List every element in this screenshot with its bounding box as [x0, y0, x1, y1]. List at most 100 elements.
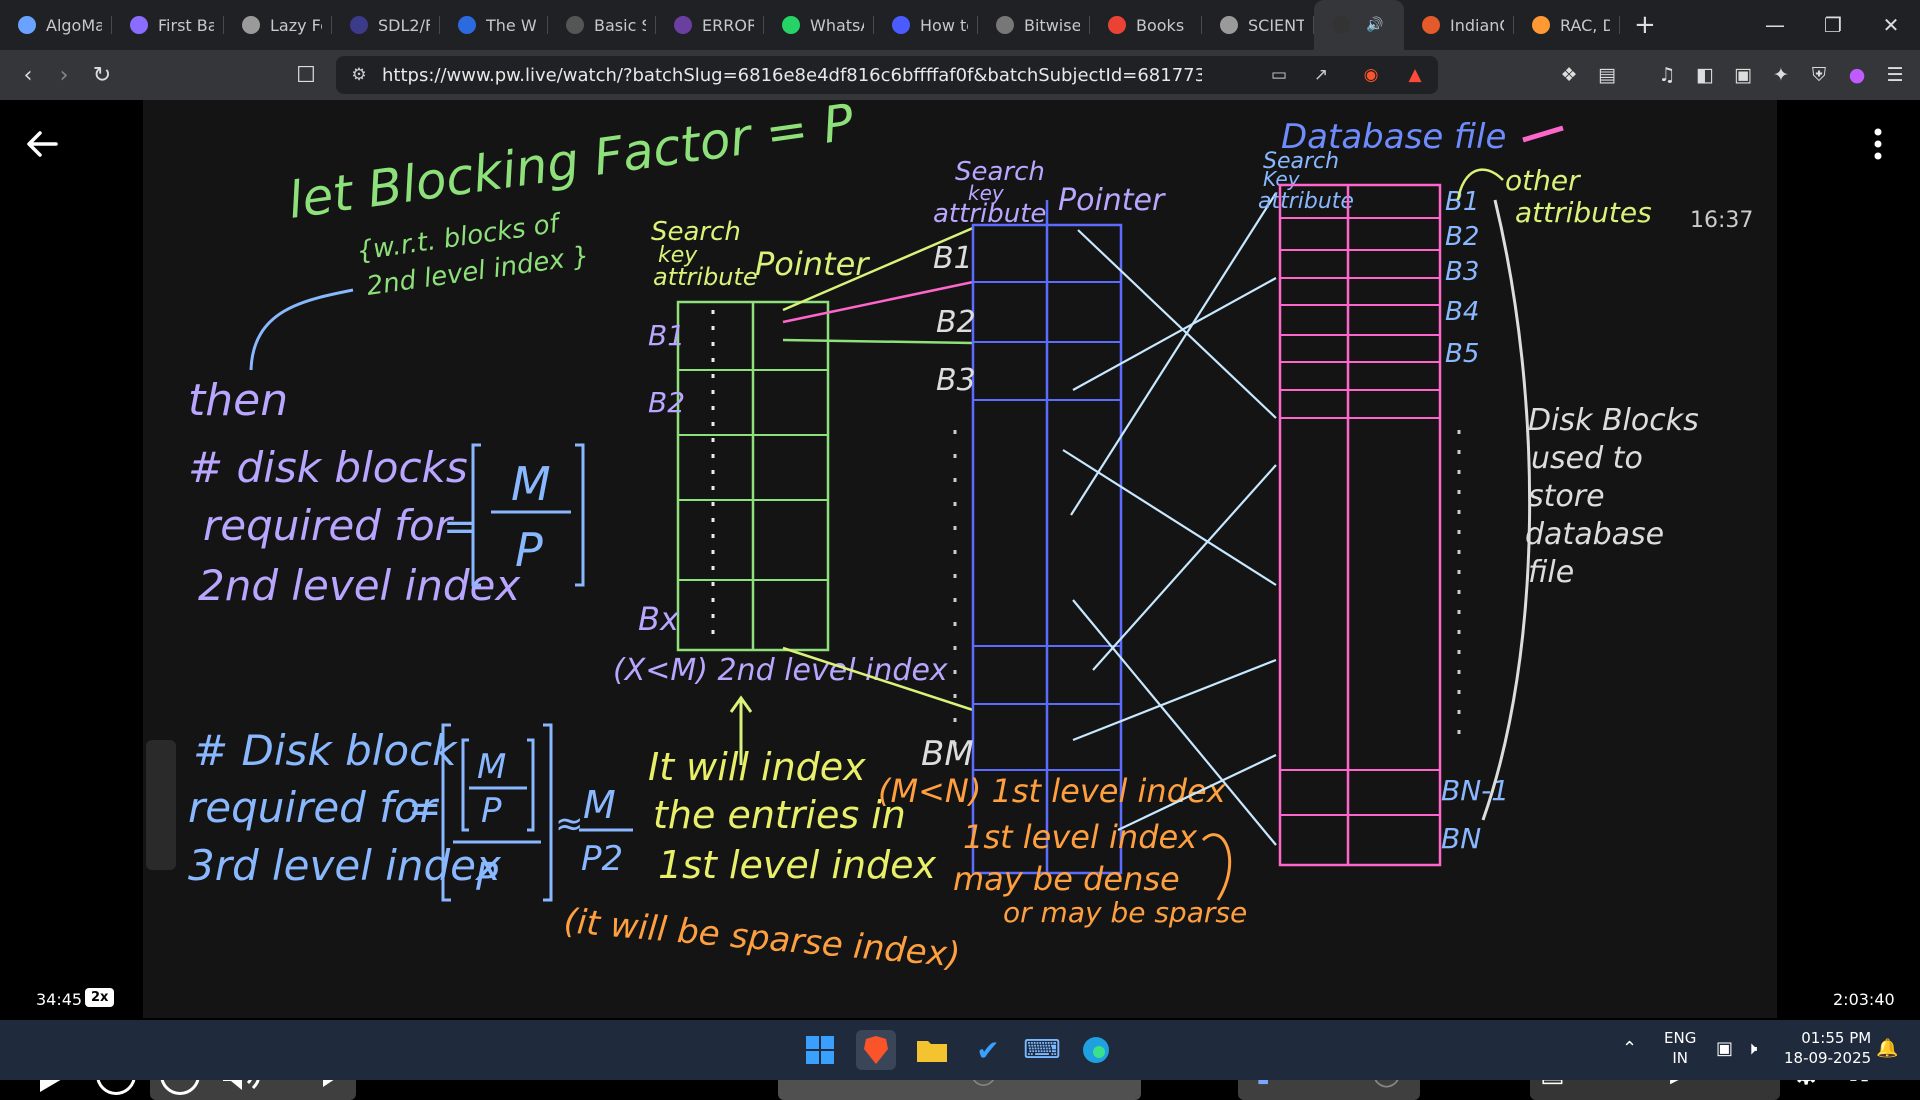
speaker-icon[interactable]: 🕨 [1746, 1038, 1757, 1059]
language-indicator[interactable]: ENG IN [1664, 1028, 1696, 1068]
back-icon[interactable]: ‹ [14, 61, 42, 89]
reload-icon[interactable]: ↻ [88, 61, 116, 89]
db-search-key-3: attribute [1258, 189, 1354, 214]
browser-tab[interactable]: First Ba [112, 0, 224, 50]
url-text[interactable]: https://www.pw.live/watch/?batchSlug=681… [382, 65, 1202, 86]
browser-tab[interactable]: The W [440, 0, 548, 50]
bookmark-icon [892, 16, 910, 34]
left2-line1: # Disk block [193, 726, 458, 775]
db-block-b3: B3 [1445, 257, 1479, 287]
svg-text:≈: ≈ [555, 804, 584, 844]
l1-block-b1: B1 [933, 241, 973, 276]
tab-label: The W [486, 15, 537, 35]
extensions-icon[interactable]: ❖ [1556, 62, 1582, 88]
back-arrow-icon[interactable] [24, 126, 60, 162]
sdl-icon [350, 16, 368, 34]
db-search-key-2: Key [1263, 167, 1301, 191]
tab-label: AlgoMa [46, 15, 102, 35]
site-settings-icon[interactable]: ⚙ [348, 64, 370, 86]
tab-label: RAC, D [1560, 15, 1610, 35]
sidebar-icon[interactable]: ◧ [1692, 62, 1718, 88]
cast-icon[interactable]: ▭ [1268, 64, 1290, 86]
reader-mode-icon[interactable]: ▤ [1594, 62, 1620, 88]
tab-strip: AlgoMa First Ba Lazy Fo SDL2/F The W Basic S E… [0, 0, 1920, 50]
tab-label: WhatsA [810, 15, 864, 35]
new-tab-button[interactable]: + [1634, 10, 1656, 40]
db-block-bn-1: BN-1 [1441, 774, 1509, 807]
network-icon[interactable]: ▣ [1716, 1038, 1733, 1059]
l2-block-b2: B2 [648, 386, 685, 419]
media-icon[interactable]: ♫ [1654, 62, 1680, 88]
wallet-icon[interactable]: ▣ [1730, 62, 1756, 88]
left2-line2: required for [188, 783, 440, 832]
l1-note-2: may be dense [953, 860, 1180, 898]
browser-tab[interactable]: 🔊✕ [1314, 0, 1404, 50]
browser-tab[interactable]: IndianC [1404, 0, 1514, 50]
db-block-b2: B2 [1445, 222, 1479, 252]
close-window-icon[interactable]: ✕ [1862, 0, 1920, 50]
browser-tab[interactable]: Books [1090, 0, 1202, 50]
tab-label: First Ba [158, 15, 214, 35]
omnibox[interactable]: ⚙ https://www.pw.live/watch/?batchSlug=6… [336, 56, 1438, 94]
l2-pointer: Pointer [755, 245, 870, 283]
index-note-1: It will index [648, 745, 866, 789]
minimize-icon[interactable]: — [1746, 0, 1804, 50]
browser-tab[interactable]: Bitwise [978, 0, 1090, 50]
share-icon[interactable]: ↗ [1310, 64, 1332, 86]
side-drawer-handle[interactable] [146, 740, 176, 870]
site-icon [566, 16, 584, 34]
whatsapp-icon [782, 16, 800, 34]
disk-note-1: Disk Blocks [1528, 403, 1699, 438]
browser-tab[interactable]: Basic S [548, 0, 656, 50]
start-icon[interactable] [800, 1030, 840, 1070]
board-timestamp: 16:37 [1690, 208, 1754, 233]
playback-speed-badge[interactable]: 2x [85, 988, 115, 1007]
browser-tab[interactable]: RAC, D [1514, 0, 1620, 50]
board-then: then [188, 375, 288, 426]
edge-icon[interactable] [1076, 1030, 1116, 1070]
leo-ai-icon[interactable]: ✦ [1768, 62, 1794, 88]
todo-icon[interactable]: ✔ [968, 1030, 1008, 1070]
gfg-icon [996, 16, 1014, 34]
menu-icon[interactable]: ☰ [1882, 62, 1908, 88]
system-clock[interactable]: 01:55 PM 18-09-2025 [1784, 1028, 1871, 1068]
db-block-b4: B4 [1445, 297, 1479, 327]
brave-taskbar-icon[interactable] [856, 1030, 896, 1070]
profile-icon[interactable]: ● [1844, 62, 1870, 88]
l1-note-3: or may be sparse [1003, 896, 1247, 929]
more-options-icon[interactable] [1868, 124, 1888, 164]
tab-label: IndianC [1450, 15, 1504, 35]
restore-icon[interactable]: ❐ [1804, 0, 1862, 50]
browser-tab[interactable]: SCIENT [1202, 0, 1314, 50]
tab-audio-icon[interactable]: 🔊 [1366, 17, 1383, 33]
file-explorer-icon[interactable] [912, 1030, 952, 1070]
db-block-b1: B1 [1445, 187, 1479, 217]
browser-tab[interactable]: Lazy Fo [224, 0, 332, 50]
video-player[interactable]: let Blocking Factor = P {w.r.t. blocks o… [0, 100, 1920, 1100]
browser-tab[interactable]: WhatsA [764, 0, 874, 50]
address-bar: ‹ › ↻ ☐ ⚙ https://www.pw.live/watch/?bat… [0, 50, 1920, 100]
notification-icon[interactable]: 🔔 [1876, 1038, 1898, 1059]
keyboard-app-icon[interactable]: ⌨ [1022, 1030, 1062, 1070]
disk-note-5: file [1528, 555, 1574, 590]
formula1-num: M [511, 457, 551, 511]
tab-label: Basic S [594, 15, 646, 35]
vpn-icon[interactable]: ⛨ [1806, 62, 1832, 88]
browser-tab[interactable]: ERROR [656, 0, 764, 50]
formula2-num: M [477, 747, 506, 787]
browser-tab[interactable]: How to [874, 0, 978, 50]
svg-text:=: = [443, 504, 477, 550]
tray-overflow-icon[interactable]: ⌃ [1622, 1038, 1637, 1059]
disk-note-2: used to [1531, 441, 1643, 476]
l1-block-b2: B2 [936, 305, 976, 340]
l1-block-b3: B3 [936, 363, 976, 398]
forward-icon[interactable]: › [50, 61, 78, 89]
index-note-4: (it will be sparse index) [562, 901, 962, 975]
l2-caption: (X<M) 2nd level index [613, 653, 948, 688]
bookmark-icon[interactable]: ☐ [292, 61, 320, 89]
browser-tab[interactable]: AlgoMa [0, 0, 112, 50]
brave-shields-icon[interactable]: ◉ [1360, 64, 1382, 86]
tab-label: Books [1136, 15, 1185, 35]
brave-rewards-icon[interactable]: ▲ [1404, 64, 1426, 86]
browser-tab[interactable]: SDL2/F [332, 0, 440, 50]
